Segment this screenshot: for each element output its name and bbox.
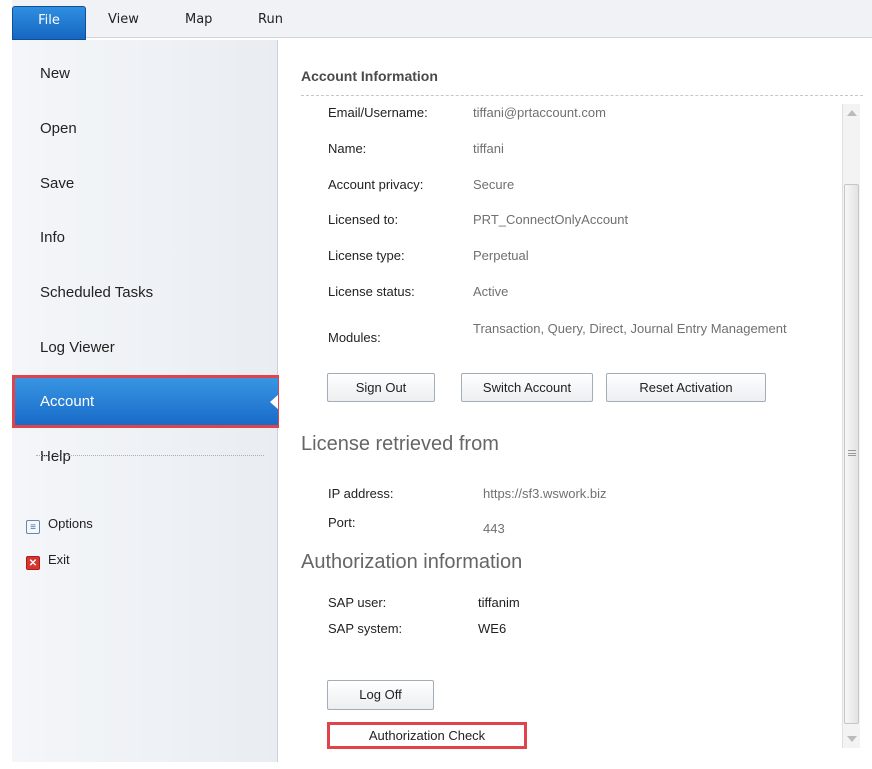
options-label: Options [48, 516, 93, 531]
ip-address-label: IP address: [328, 486, 394, 501]
scrollbar-thumb[interactable] [844, 184, 859, 724]
tab-file[interactable]: File [12, 6, 86, 40]
license-status-value: Active [473, 284, 509, 299]
authorization-heading: Authorization information [301, 551, 523, 573]
section-title: Account Information [301, 68, 438, 84]
sap-system-value: WE6 [478, 621, 507, 636]
tab-run[interactable]: Run [258, 12, 283, 27]
email-value: tiffani@prtaccount.com [473, 105, 606, 120]
licensed-to-value: PRT_ConnectOnlyAccount [473, 212, 629, 227]
sidebar-item-info[interactable]: Info [12, 212, 278, 264]
privacy-value: Secure [473, 177, 515, 192]
license-status-label: License status: [328, 284, 415, 299]
sap-user-label: SAP user: [328, 595, 387, 610]
sap-user-value: tiffanim [478, 595, 520, 610]
active-indicator [270, 394, 279, 410]
options-icon: ≡ [26, 520, 40, 534]
authorization-check-button[interactable]: Authorization Check [327, 722, 527, 749]
name-value: tiffani [473, 141, 504, 156]
sidebar: New Open Save Info Scheduled Tasks Log V… [12, 40, 279, 762]
log-off-button[interactable]: Log Off [327, 680, 434, 710]
sidebar-item-open[interactable]: Open [12, 103, 278, 155]
privacy-label: Account privacy: [328, 177, 424, 192]
name-label: Name: [328, 141, 367, 156]
reset-activation-button[interactable]: Reset Activation [606, 373, 766, 402]
sidebar-item-log-viewer[interactable]: Log Viewer [12, 322, 278, 374]
tab-view[interactable]: View [108, 12, 139, 27]
sidebar-item-scheduled-tasks[interactable]: Scheduled Tasks [12, 267, 278, 319]
modules-label: Modules: [328, 330, 381, 345]
port-value: 443 [483, 521, 505, 536]
vertical-scrollbar[interactable] [842, 104, 860, 748]
license-type-label: License type: [328, 248, 405, 263]
menu-strip [12, 0, 872, 38]
license-type-value: Perpetual [473, 248, 529, 263]
grip-icon [848, 450, 856, 456]
tab-map[interactable]: Map [185, 12, 212, 27]
sidebar-item-options[interactable]: ≡ Options [26, 516, 93, 534]
exit-icon: ✕ [26, 556, 40, 570]
sidebar-item-help[interactable]: Help [12, 431, 278, 483]
sidebar-item-account[interactable]: Account [12, 376, 279, 428]
email-label: Email/Username: [328, 105, 428, 120]
switch-account-button[interactable]: Switch Account [461, 373, 593, 402]
port-label: Port: [328, 515, 356, 530]
menu-bar: File View Map Run [0, 0, 872, 44]
scroll-down-icon[interactable] [847, 736, 857, 742]
licensed-to-label: Licensed to: [328, 212, 399, 227]
sap-system-label: SAP system: [328, 621, 403, 636]
exit-label: Exit [48, 552, 70, 567]
account-panel: Account Information Email/Username: tiff… [279, 40, 872, 769]
ip-address-value: https://sf3.wswork.biz [483, 486, 607, 501]
sidebar-item-save[interactable]: Save [12, 158, 278, 210]
license-heading: License retrieved from [301, 433, 499, 455]
sidebar-item-account-label: Account [40, 393, 95, 410]
section-divider [301, 95, 863, 96]
modules-value: Transaction, Query, Direct, Journal Entr… [473, 321, 787, 336]
sign-out-button[interactable]: Sign Out [327, 373, 435, 402]
scroll-up-icon[interactable] [847, 110, 857, 116]
sidebar-divider [36, 455, 264, 456]
sidebar-item-new[interactable]: New [12, 48, 278, 100]
sidebar-item-exit[interactable]: ✕ Exit [26, 552, 70, 570]
